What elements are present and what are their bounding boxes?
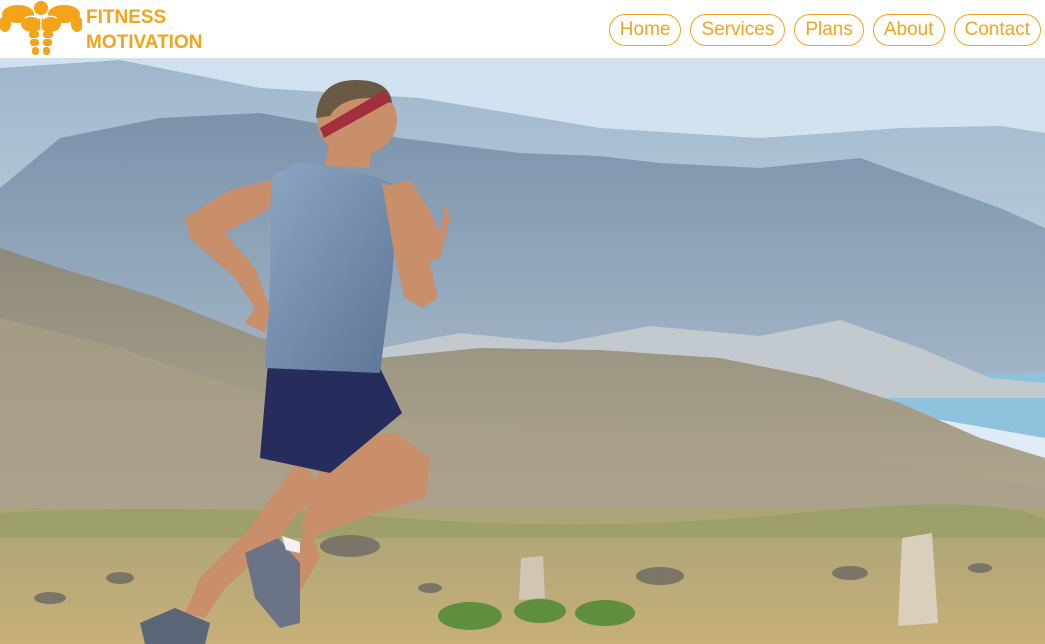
nav-home-button[interactable]: Home: [608, 14, 682, 46]
brand-name[interactable]: FITNESS MOTIVATION: [86, 5, 202, 55]
brand-line-2: MOTIVATION: [86, 32, 203, 53]
site-header: FITNESS MOTIVATION Home Services Plans A…: [0, 0, 1045, 58]
runner-on-mountain-road-photo: [0, 58, 1045, 644]
hero-image: [0, 58, 1045, 644]
muscle-torso-icon[interactable]: [0, 0, 82, 58]
nav-about-button[interactable]: About: [872, 14, 945, 46]
brand-line-1: FITNESS: [86, 7, 167, 28]
nav-contact-button[interactable]: Contact: [953, 14, 1041, 46]
nav-services-button[interactable]: Services: [690, 14, 786, 46]
nav-plans-button[interactable]: Plans: [794, 14, 864, 46]
main-nav: Home Services Plans About Contact: [608, 14, 1041, 46]
